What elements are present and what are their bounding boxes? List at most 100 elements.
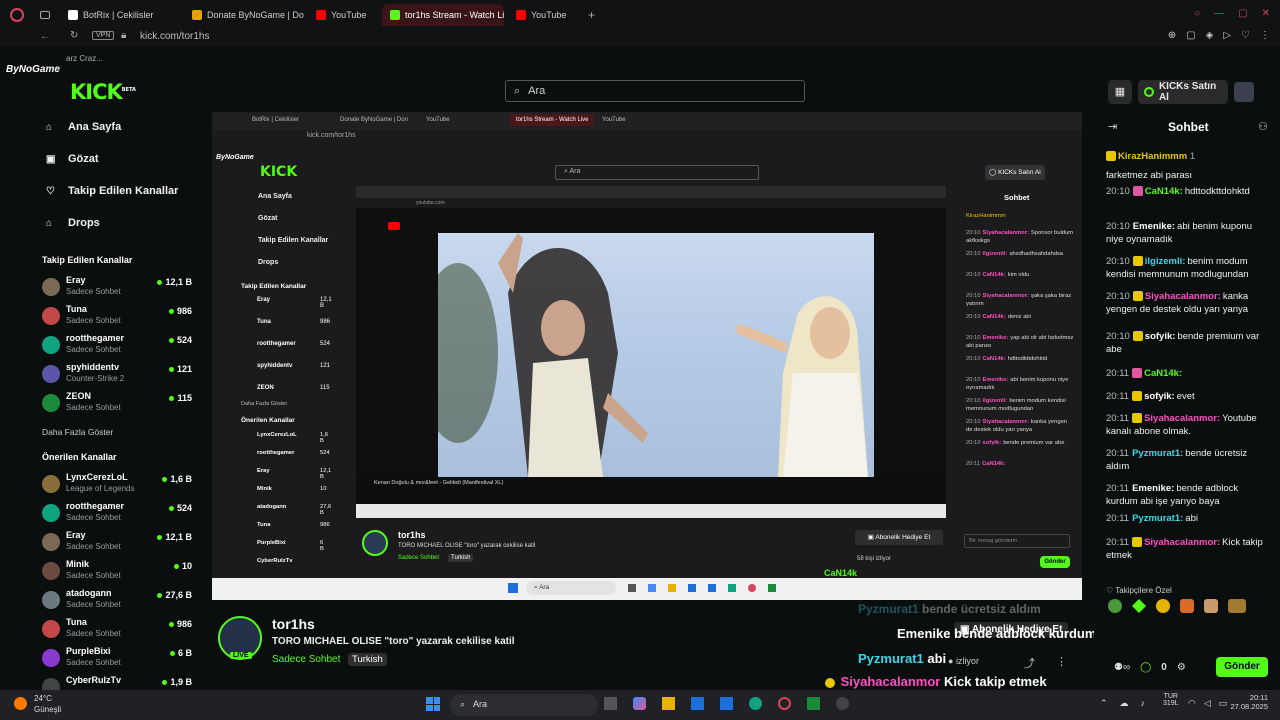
emote-kick-icon[interactable]	[1132, 599, 1146, 613]
chat-message[interactable]: 20:10 Emenike: abi benim kuponu niye oynam…	[1106, 220, 1266, 246]
close-button[interactable]: ✕	[1262, 8, 1270, 19]
chat-message[interactable]: 20:10 ilgizemli: benim modum kendisi memnu…	[1106, 255, 1266, 281]
message-username[interactable]: Emenike:	[1133, 221, 1175, 232]
maximize-button[interactable]: ▢	[1238, 8, 1247, 19]
tray-mic-icon[interactable]: ♪	[1141, 698, 1146, 709]
opera-icon[interactable]	[778, 697, 791, 710]
browser-tab[interactable]: tor1hs Stream - Watch Liv	[382, 3, 504, 26]
clock[interactable]: 20:11 27.08.2025	[1226, 693, 1268, 711]
message-username[interactable]: sofyik:	[1144, 391, 1175, 402]
sidebar-channel[interactable]: Minik Sadece Sohbet 10	[42, 559, 192, 587]
chat-message[interactable]: 20:11 sofyik: evet	[1106, 390, 1266, 403]
collapse-chat-icon[interactable]: ⇥	[1108, 121, 1117, 134]
emote-more-icon[interactable]	[1228, 599, 1246, 613]
sidebar-channel[interactable]: spyhiddentv Counter-Strike 2 121	[42, 362, 192, 390]
back-icon[interactable]: ←	[40, 31, 50, 42]
start-button[interactable]	[426, 697, 440, 711]
chat-message[interactable]: 20:11 Emenike: bende adblock kurdum abi iş…	[1106, 482, 1266, 508]
message-username[interactable]: Siyahacalanmor:	[1144, 537, 1220, 548]
sidebar-channel[interactable]: ZEON Sadece Sohbet 115	[42, 391, 192, 419]
edge-icon[interactable]	[749, 697, 762, 710]
browser-logo-icon[interactable]	[10, 7, 24, 22]
outlook-icon[interactable]	[720, 697, 733, 710]
user-avatar[interactable]	[1234, 82, 1254, 102]
wifi-icon[interactable]: ◠	[1188, 698, 1196, 709]
stream-tag[interactable]: Turkish	[348, 653, 387, 666]
chat-message[interactable]: 20:10 CaN14k: hdttodkttdohktd	[1106, 185, 1266, 198]
lang-indicator[interactable]: TUR 319L	[1163, 693, 1179, 707]
sidebar-nav-item[interactable]: ♡ Takip Edilen Kanallar	[46, 185, 178, 197]
new-tab-button[interactable]: +	[588, 8, 595, 22]
message-username[interactable]: CaN14k:	[1144, 368, 1182, 379]
tray-chevron-icon[interactable]: ⌃	[1100, 698, 1108, 709]
video-frame[interactable]	[438, 233, 874, 477]
browser-tab[interactable]: YouTube	[508, 4, 578, 26]
show-more-link[interactable]: Daha Fazla Göster	[42, 427, 113, 437]
emote-pepe-icon[interactable]	[1108, 599, 1122, 613]
stream-category[interactable]: Sadece Sohbet	[272, 654, 340, 665]
share-icon[interactable]: ⤴	[1024, 655, 1035, 671]
sidebar-nav-item[interactable]: ▣ Gözat	[46, 153, 99, 165]
reload-icon[interactable]: ↻	[70, 30, 78, 41]
play-icon[interactable]: ▷	[1223, 30, 1231, 41]
message-username[interactable]: Siyahacalanmor:	[1144, 413, 1220, 424]
kick-points-icon[interactable]: ◯	[1140, 661, 1151, 674]
message-username[interactable]: Pyzmurat1:	[1132, 448, 1183, 459]
copilot-icon[interactable]	[633, 697, 646, 710]
sidebar-channel[interactable]: Tuna Sadece Sohbet 986	[42, 617, 192, 645]
chat-message[interactable]: 20:11 CaN14k:	[1106, 367, 1266, 380]
browser-tab[interactable]: Donate ByNoGame | Donat	[184, 4, 304, 26]
kick-logo[interactable]: KICKBETA	[70, 80, 136, 104]
message-username[interactable]: Siyahacalanmor:	[1145, 291, 1221, 302]
vpn-badge[interactable]: VPN	[92, 31, 115, 40]
settings-gear-icon[interactable]: ⚙	[1177, 661, 1186, 674]
browser-tab[interactable]: BotRix | Cekilisler	[60, 4, 180, 26]
chat-message[interactable]: 20:10 Siyahacalanmor: kanka yengen de dest…	[1106, 290, 1266, 316]
buy-kicks-button[interactable]: KICKs Satın Al	[1138, 80, 1228, 104]
browser-tab[interactable]: YouTube	[308, 4, 378, 26]
sidebar-channel[interactable]: rootthegamer Sadece Sohbet 524	[42, 501, 192, 529]
message-username[interactable]: sofyik:	[1145, 331, 1176, 342]
message-username[interactable]: Pyzmurat1:	[1132, 513, 1183, 524]
channel-name[interactable]: tor1hs	[272, 616, 315, 632]
sidebar-channel[interactable]: PurpleBixi Sadece Sohbet 6 B	[42, 646, 192, 674]
notepad-icon[interactable]	[807, 697, 820, 710]
url-text[interactable]: kick.com/tor1hs	[140, 31, 209, 42]
chat-message[interactable]: 20:11 Pyzmurat1: abi	[1106, 512, 1266, 525]
minimize-button[interactable]: —	[1214, 8, 1224, 19]
tray-cloud-icon[interactable]: ☁	[1120, 698, 1129, 709]
search-bar[interactable]: ⌕ Ara	[505, 80, 805, 102]
heart-icon[interactable]: ♡	[1241, 30, 1250, 41]
chat-message[interactable]: 20:11 Pyzmurat1: bende ücretsiz aldım	[1106, 447, 1266, 473]
chat-message[interactable]: 20:11 Siyahacalanmor: Kick takip etmek	[1106, 536, 1266, 562]
sidebar-nav-item[interactable]: ⌂ Drops	[46, 217, 100, 229]
pin-icon[interactable]: ⊕	[1168, 30, 1176, 41]
header-menu-icon[interactable]: ▦	[1108, 80, 1132, 104]
taskbar-search[interactable]: ⌕ Ara	[450, 694, 598, 716]
emote-yellow-icon[interactable]	[1156, 599, 1170, 613]
message-username[interactable]: CaN14k:	[1145, 186, 1183, 197]
chat-users-icon[interactable]: ⚇	[1258, 121, 1268, 134]
send-button[interactable]: Gönder	[1216, 657, 1268, 677]
search-tabs-icon[interactable]: ○	[1194, 8, 1200, 19]
chat-message[interactable]: 20:10 sofyik: bende premium var abe	[1106, 330, 1266, 356]
volume-icon[interactable]: ◁	[1204, 698, 1211, 709]
store-icon[interactable]	[691, 697, 704, 710]
file-explorer-icon[interactable]	[662, 697, 675, 710]
sidebar-nav-item[interactable]: ⌂ Ana Sayfa	[46, 121, 121, 133]
app-icon[interactable]	[836, 697, 849, 710]
message-username[interactable]: ilgizemli:	[1145, 256, 1186, 267]
sidebar-channel[interactable]: rootthegamer Sadece Sohbet 524	[42, 333, 192, 361]
weather-sun-icon[interactable]	[14, 697, 27, 710]
shield-icon[interactable]: ◈	[1206, 30, 1214, 41]
tab-list-icon[interactable]	[40, 10, 50, 19]
emote-cat-icon[interactable]	[1180, 599, 1194, 613]
search-input[interactable]: Ara	[528, 85, 545, 97]
message-username[interactable]: Emenike:	[1132, 483, 1174, 494]
chat-message[interactable]: farketmez abi parası	[1106, 169, 1266, 182]
sidebar-channel[interactable]: LynxCerezLoL League of Legends 1,6 B	[42, 472, 192, 500]
chat-message[interactable]: 20:11 Siyahacalanmor: Youtube kanalı abone…	[1106, 412, 1266, 438]
sidebar-channel[interactable]: Eray Sadece Sohbet 12,1 B	[42, 275, 192, 303]
sidebar-channel[interactable]: atadogann Sadece Sohbet 27,6 B	[42, 588, 192, 616]
sidebar-channel[interactable]: Eray Sadece Sohbet 12,1 B	[42, 530, 192, 558]
